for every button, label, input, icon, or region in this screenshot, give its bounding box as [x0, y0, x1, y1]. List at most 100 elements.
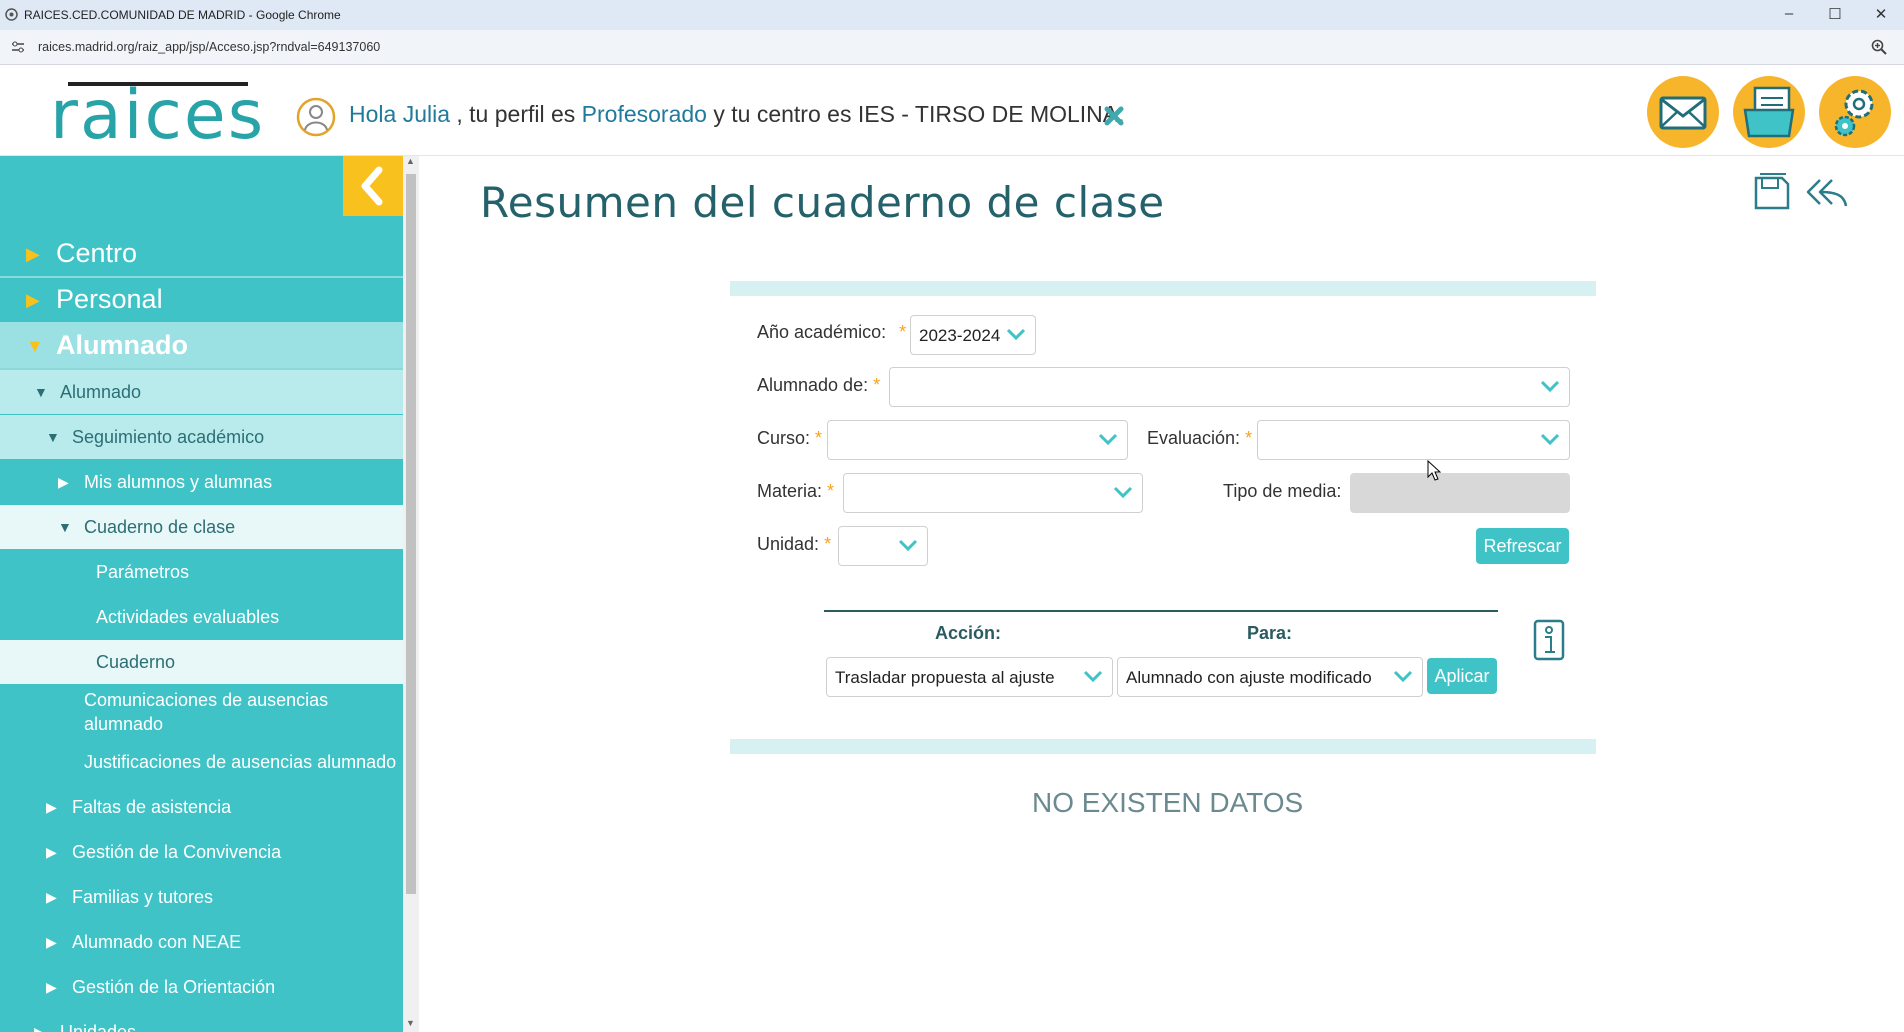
sidebar-item-label: Faltas de asistencia — [72, 797, 232, 817]
scrollbar-thumb[interactable] — [406, 174, 416, 894]
close-window-button[interactable]: ✕ — [1866, 5, 1896, 23]
action-table-divider — [824, 610, 1498, 612]
chrome-icon — [5, 8, 18, 21]
triangle-down-icon: ▼ — [46, 429, 60, 445]
sidebar-item-label: Justificaciones de ausencias alumnado — [84, 752, 397, 772]
curso-label: Curso: * — [757, 428, 823, 448]
triangle-right-icon: ▶ — [46, 979, 57, 995]
sidebar-item-label: Unidades — [60, 1022, 137, 1032]
evaluacion-select[interactable] — [1257, 420, 1570, 460]
no-data-message: NO EXISTEN DATOS — [1032, 787, 1304, 818]
chevron-down-icon — [1083, 670, 1103, 683]
triangle-right-icon: ▶ — [26, 290, 40, 310]
sidebar-item-label: Parámetros — [96, 562, 190, 582]
tipo-media-label: Tipo de media: — [1223, 481, 1342, 501]
browser-titlebar: RAICES.CED.COMUNIDAD DE MADRID - Google … — [0, 0, 1904, 30]
app-header: raices Hola Julia , tu perfil es Profeso… — [0, 65, 1904, 156]
maximize-button[interactable]: ☐ — [1820, 5, 1850, 23]
chevron-down-icon — [898, 539, 918, 552]
sidebar-item-centro[interactable]: ▶ Centro — [0, 230, 403, 278]
accion-select[interactable]: Trasladar propuesta al ajuste — [826, 657, 1113, 697]
chevron-left-icon — [361, 166, 383, 206]
settings-button[interactable] — [1819, 76, 1891, 148]
sidebar-item-justificaciones[interactable]: Justificaciones de ausencias alumnado — [0, 740, 403, 784]
window-title: RAICES.CED.COMUNIDAD DE MADRID - Google … — [24, 8, 341, 22]
sidebar-item-cuaderno-de-clase[interactable]: ▼ Cuaderno de clase — [0, 505, 403, 549]
minimize-button[interactable]: – — [1774, 5, 1804, 22]
info-icon[interactable] — [1532, 618, 1566, 662]
sidebar-item-faltas[interactable]: ▶ Faltas de asistencia — [0, 785, 403, 829]
aplicar-button[interactable]: Aplicar — [1427, 658, 1497, 694]
sidebar-item-cuaderno[interactable]: Cuaderno — [0, 640, 403, 684]
materia-select[interactable] — [843, 473, 1143, 513]
sidebar-item-label: Familias y tutores — [72, 887, 214, 907]
unidad-label: Unidad: * — [757, 534, 832, 554]
site-info-icon[interactable] — [11, 41, 25, 53]
greeting-name[interactable]: Hola Julia — [349, 101, 450, 127]
sidebar-item-label: Alumnado — [56, 330, 188, 360]
scroll-down-icon[interactable]: ▼ — [406, 1018, 415, 1028]
address-bar[interactable]: raices.madrid.org/raiz_app/jsp/Acceso.js… — [0, 30, 1904, 65]
accion-header: Acción: — [935, 623, 1002, 643]
save-icon[interactable] — [1752, 170, 1796, 214]
refrescar-button[interactable]: Refrescar — [1476, 528, 1569, 564]
triangle-right-icon: ▶ — [46, 934, 57, 950]
triangle-down-icon: ▼ — [58, 519, 72, 535]
chevron-down-icon — [1393, 670, 1413, 683]
mouse-cursor-icon — [1427, 460, 1441, 481]
anio-label: Año académico: * — [757, 322, 907, 342]
sidebar-item-actividades[interactable]: Actividades evaluables — [0, 595, 403, 639]
mail-button[interactable] — [1647, 76, 1719, 148]
sidebar-item-seguimiento[interactable]: ▼ Seguimiento académico — [0, 415, 403, 459]
settings-icon — [1834, 89, 1874, 137]
back-icon[interactable] — [1804, 172, 1850, 212]
sidebar-item-alumnado[interactable]: ▼ Alumnado — [0, 322, 403, 370]
curso-select[interactable] — [827, 420, 1128, 460]
greeting-profile[interactable]: Profesorado — [582, 101, 707, 127]
raices-logo[interactable]: raices — [50, 82, 265, 150]
sidebar-item-label: Alumnado con NEAE — [72, 932, 242, 952]
sidebar-item-convivencia[interactable]: ▶ Gestión de la Convivencia — [0, 830, 403, 874]
sidebar-item-mis-alumnos[interactable]: ▶ Mis alumnos y alumnas — [0, 460, 403, 504]
sidebar-item-parametros[interactable]: Parámetros — [0, 550, 403, 594]
chevron-down-icon — [1540, 380, 1560, 393]
unidad-select[interactable] — [838, 526, 928, 566]
chevron-down-icon — [1006, 328, 1026, 341]
sidebar-item-label: Actividades evaluables — [96, 607, 280, 627]
evaluacion-label: Evaluación: * — [1147, 428, 1253, 448]
para-select[interactable]: Alumnado con ajuste modificado — [1117, 657, 1423, 697]
chevron-down-icon — [1540, 433, 1560, 446]
greeting: Hola Julia , tu perfil es Profesorado y … — [349, 101, 1125, 128]
tipo-media-field — [1350, 473, 1570, 513]
sidebar-item-orientacion[interactable]: ▶ Gestión de la Orientación — [0, 965, 403, 1009]
triangle-down-icon: ▼ — [26, 336, 44, 356]
sidebar-item-neae[interactable]: ▶ Alumnado con NEAE — [0, 920, 403, 964]
chevron-down-icon — [1113, 486, 1133, 499]
alumnado-select[interactable] — [889, 367, 1570, 407]
triangle-right-icon: ▶ — [46, 799, 57, 815]
form-top-band — [730, 281, 1596, 296]
anio-select[interactable]: 2023-2024 — [910, 315, 1036, 355]
sidebar-item-label: Gestión de la Orientación — [72, 977, 276, 997]
sidebar-item-label: Alumnado — [60, 382, 142, 402]
mail-icon — [1659, 96, 1707, 130]
sidebar-item-label: Seguimiento académico — [72, 427, 265, 447]
greeting-center: y tu centro es IES - TIRSO DE MOLINA. — [713, 101, 1125, 127]
sidebar-item-label: Cuaderno de clase — [84, 517, 236, 537]
close-session-icon[interactable] — [1103, 105, 1125, 127]
sidebar-item-familias[interactable]: ▶ Familias y tutores — [0, 875, 403, 919]
sidebar-scrollbar[interactable]: ▲ ▼ — [403, 156, 419, 1032]
sidebar-item-alumnado-sub[interactable]: ▼ Alumnado — [0, 370, 403, 414]
user-avatar-icon — [296, 97, 336, 137]
triangle-right-icon: ▶ — [46, 889, 57, 905]
collapse-sidebar-button[interactable] — [343, 156, 403, 216]
sidebar-item-unidades[interactable]: ▶ Unidades — [0, 1010, 403, 1032]
url-text[interactable]: raices.madrid.org/raiz_app/jsp/Acceso.js… — [38, 40, 380, 54]
scroll-up-icon[interactable]: ▲ — [406, 156, 415, 166]
sidebar-item-label: Centro — [56, 238, 138, 268]
sidebar-item-personal[interactable]: ▶ Personal — [0, 276, 403, 324]
documents-button[interactable] — [1733, 76, 1805, 148]
sidebar-item-comunicaciones[interactable]: Comunicaciones de ausencias alumnado — [0, 688, 403, 740]
zoom-icon[interactable] — [1871, 39, 1887, 55]
sidebar-item-label: Cuaderno — [96, 652, 176, 672]
